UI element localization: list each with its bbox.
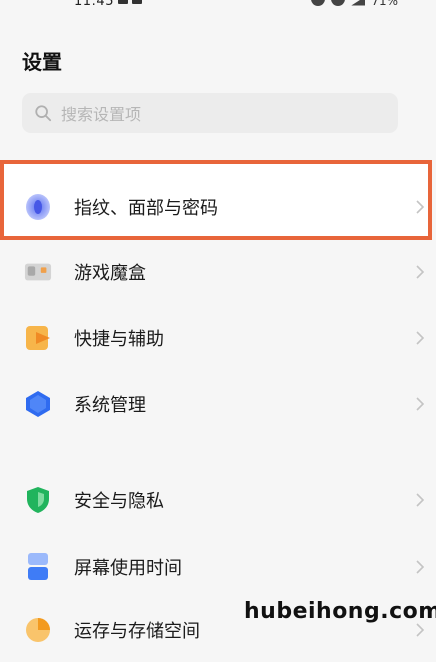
search-input[interactable]: 搜索设置项 xyxy=(22,93,398,133)
game-box-icon xyxy=(24,258,52,286)
menu-item-label: 屏幕使用时间 xyxy=(74,558,182,579)
menu-item-screen-time[interactable]: 屏幕使用时间 xyxy=(0,535,436,599)
notification-icons xyxy=(118,0,142,4)
menu-item-label: 运存与存储空间 xyxy=(74,621,200,642)
chevron-right-icon xyxy=(416,623,425,637)
notification-icon xyxy=(132,0,142,4)
status-right: 71% xyxy=(311,0,398,8)
menu-item-label: 指纹、面部与密码 xyxy=(74,198,218,219)
menu-item-system-management[interactable]: 系统管理 xyxy=(0,372,436,436)
menu-item-label: 快捷与辅助 xyxy=(74,329,164,350)
page-title: 设置 xyxy=(22,50,62,74)
system-hexagon-icon xyxy=(24,390,52,418)
watermark-text: hubeihong.com xyxy=(244,599,436,624)
chevron-right-icon xyxy=(416,493,425,507)
menu-item-fingerprint-password[interactable]: 指纹、面部与密码 xyxy=(0,175,436,239)
menu-item-security-privacy[interactable]: 安全与隐私 xyxy=(0,468,436,532)
search-placeholder: 搜索设置项 xyxy=(61,105,142,124)
chevron-right-icon xyxy=(416,397,425,411)
status-time: 11:45 xyxy=(74,0,114,9)
status-bar: 11:45 71% xyxy=(0,0,436,14)
chevron-right-icon xyxy=(416,200,425,214)
chevron-right-icon xyxy=(416,331,425,345)
search-icon xyxy=(35,105,52,122)
wifi-icon xyxy=(331,0,346,6)
menu-item-game-box[interactable]: 游戏魔盒 xyxy=(0,240,436,304)
chevron-right-icon xyxy=(416,560,425,574)
fingerprint-icon xyxy=(24,193,52,221)
screen-time-icon xyxy=(24,553,52,581)
shield-icon xyxy=(24,486,52,514)
menu-item-shortcut-assist[interactable]: 快捷与辅助 xyxy=(0,306,436,370)
wifi-icon xyxy=(311,0,326,6)
menu-item-label: 系统管理 xyxy=(74,395,146,416)
menu-item-label: 游戏魔盒 xyxy=(74,263,146,284)
chevron-right-icon xyxy=(416,265,425,279)
signal-icon xyxy=(351,0,366,6)
shortcut-icon xyxy=(24,324,52,352)
battery-level: 71% xyxy=(371,0,398,8)
storage-pie-icon xyxy=(24,616,52,644)
menu-item-label: 安全与隐私 xyxy=(74,491,164,512)
notification-icon xyxy=(118,0,128,4)
